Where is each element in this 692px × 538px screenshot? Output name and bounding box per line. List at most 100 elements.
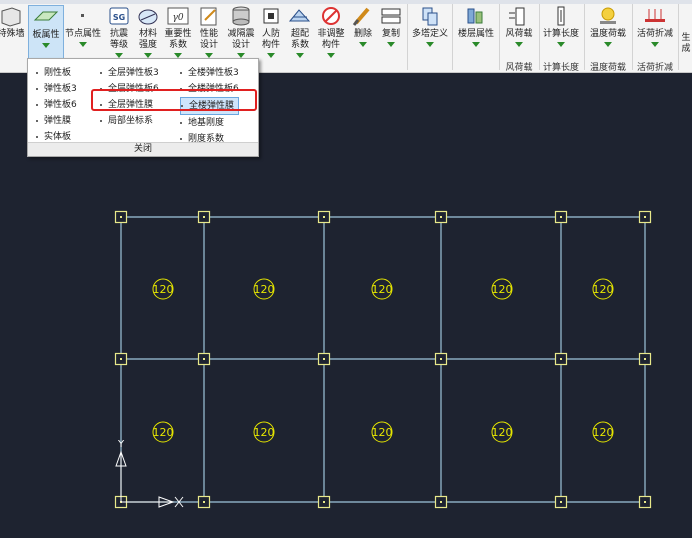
floor-property-label: 楼层属性 [457,29,494,39]
svg-text:SG: SG [113,13,125,22]
wind-load-label: 风荷载 [505,29,533,39]
column-node-dot [323,358,325,360]
slab-thickness-label: 120 [153,283,174,296]
generate-label: 生 成 [681,33,691,54]
wind-load-icon [506,5,532,27]
column-node-dot [560,358,562,360]
gamma-icon: γ0 [165,5,191,27]
sg-icon: SG [106,5,132,27]
chevron-down-icon [42,43,50,48]
copy-button[interactable]: 复制 [377,5,405,59]
chevron-down-icon [472,42,480,47]
damping-icon [228,5,254,27]
calc-length-button[interactable]: 计算长度 [540,5,582,59]
column-node-dot [560,501,562,503]
ribbon-separator [452,4,453,70]
civil-defense-button[interactable]: 人防 构件 [257,5,285,59]
slab-thickness-label: 120 [593,426,614,439]
ribbon-separator [499,4,500,70]
civil-defense-label: 人防 构件 [261,29,280,50]
chevron-down-icon [359,42,367,47]
performance-design-button[interactable]: 性能 设计 [194,5,224,59]
nonadjust-icon [318,5,344,27]
column-node-dot [120,216,122,218]
live-load-reduction-label: 活荷折减 [636,29,673,39]
copy-icon [378,5,404,27]
temperature-icon [595,5,621,27]
material-strength-button[interactable]: 材料 强度 [134,5,162,59]
ribbon-separator [584,4,585,70]
delete-icon [350,5,376,27]
multi-tower-button[interactable]: 多塔定义 [410,5,450,59]
civil-defense-icon [258,5,284,27]
live-load-reduction-button[interactable]: 活荷折减 [634,5,676,59]
slab-property-button[interactable]: 板属性 [28,5,64,61]
material-strength-label: 材料 强度 [138,29,157,50]
ucs-y-label: Y [117,439,125,450]
multitower-icon [417,5,443,27]
non-adjust-button[interactable]: 非调整 构件 [315,5,347,59]
copy-label: 复制 [381,29,400,39]
column-node-dot [203,501,205,503]
importance-coef-button[interactable]: γ0 重要性 系数 [163,5,193,59]
column-node-dot [440,501,442,503]
isolation-design-button[interactable]: 减隔震 设计 [226,5,256,59]
column-node-dot [644,358,646,360]
cad-canvas[interactable]: 120 120 120 120 120 120 120 120 120 120 Y [0,72,692,538]
slab-thickness-label: 120 [254,426,275,439]
chevron-down-icon [327,53,335,58]
chevron-down-icon [296,53,304,58]
column-node-dot [560,216,562,218]
ribbon-top-strip [0,0,692,4]
chevron-down-icon [557,42,565,47]
slab-thickness-label: 120 [372,426,393,439]
chevron-down-icon [79,42,87,47]
delete-button[interactable]: 删除 [349,5,377,59]
performance-design-label: 性能 设计 [199,29,218,50]
wind-load-button[interactable]: 风荷载 [501,5,537,59]
column-node-dot [644,216,646,218]
slab-thickness-label: 120 [372,283,393,296]
column-node-dot [440,358,442,360]
column-node-dot [644,501,646,503]
temperature-load-label: 温度荷载 [589,29,626,39]
slab-thickness-label: 120 [254,283,275,296]
calc-length-label: 计算长度 [542,29,579,39]
column-node-dot [440,216,442,218]
seismic-grade-label: 抗震 等级 [109,29,128,50]
floor-property-button[interactable]: 楼层属性 [455,5,497,59]
special-wall-button[interactable]: 特殊墙 [0,5,28,59]
calc-length-icon [548,5,574,27]
slab-thickness-label: 120 [492,283,513,296]
slab-thickness-label: 120 [492,426,513,439]
chevron-down-icon [426,42,434,47]
chevron-down-icon [515,42,523,47]
column-node-dot [323,216,325,218]
performance-icon [196,5,222,27]
importance-coef-label: 重要性 系数 [164,29,192,50]
over-coef-button[interactable]: 超配 系数 [286,5,314,59]
temperature-load-button[interactable]: 温度荷载 [586,5,630,59]
node-property-label: 节点属性 [64,29,101,39]
over-coef-label: 超配 系数 [290,29,309,50]
node-property-button[interactable]: 节点属性 [64,5,102,59]
non-adjust-label: 非调整 构件 [317,29,345,50]
generate-button[interactable]: 生 成 [679,5,692,59]
special-wall-label: 特殊墙 [0,29,25,39]
slab-property-label: 板属性 [32,30,60,40]
slab-thickness-label: 120 [153,426,174,439]
chevron-down-icon [651,42,659,47]
slab-icon [33,6,59,28]
chevron-down-icon [387,42,395,47]
seismic-grade-button[interactable]: SG 抗震 等级 [104,5,134,59]
column-node-dot [203,216,205,218]
isolation-design-label: 减隔震 设计 [227,29,255,50]
live-load-icon [642,5,668,27]
ribbon-separator [407,4,408,70]
ribbon-separator [632,4,633,70]
column-node-dot [120,358,122,360]
overcoef-icon [287,5,313,27]
node-icon [70,5,96,27]
slab-thickness-label: 120 [593,283,614,296]
chevron-down-icon [267,53,275,58]
